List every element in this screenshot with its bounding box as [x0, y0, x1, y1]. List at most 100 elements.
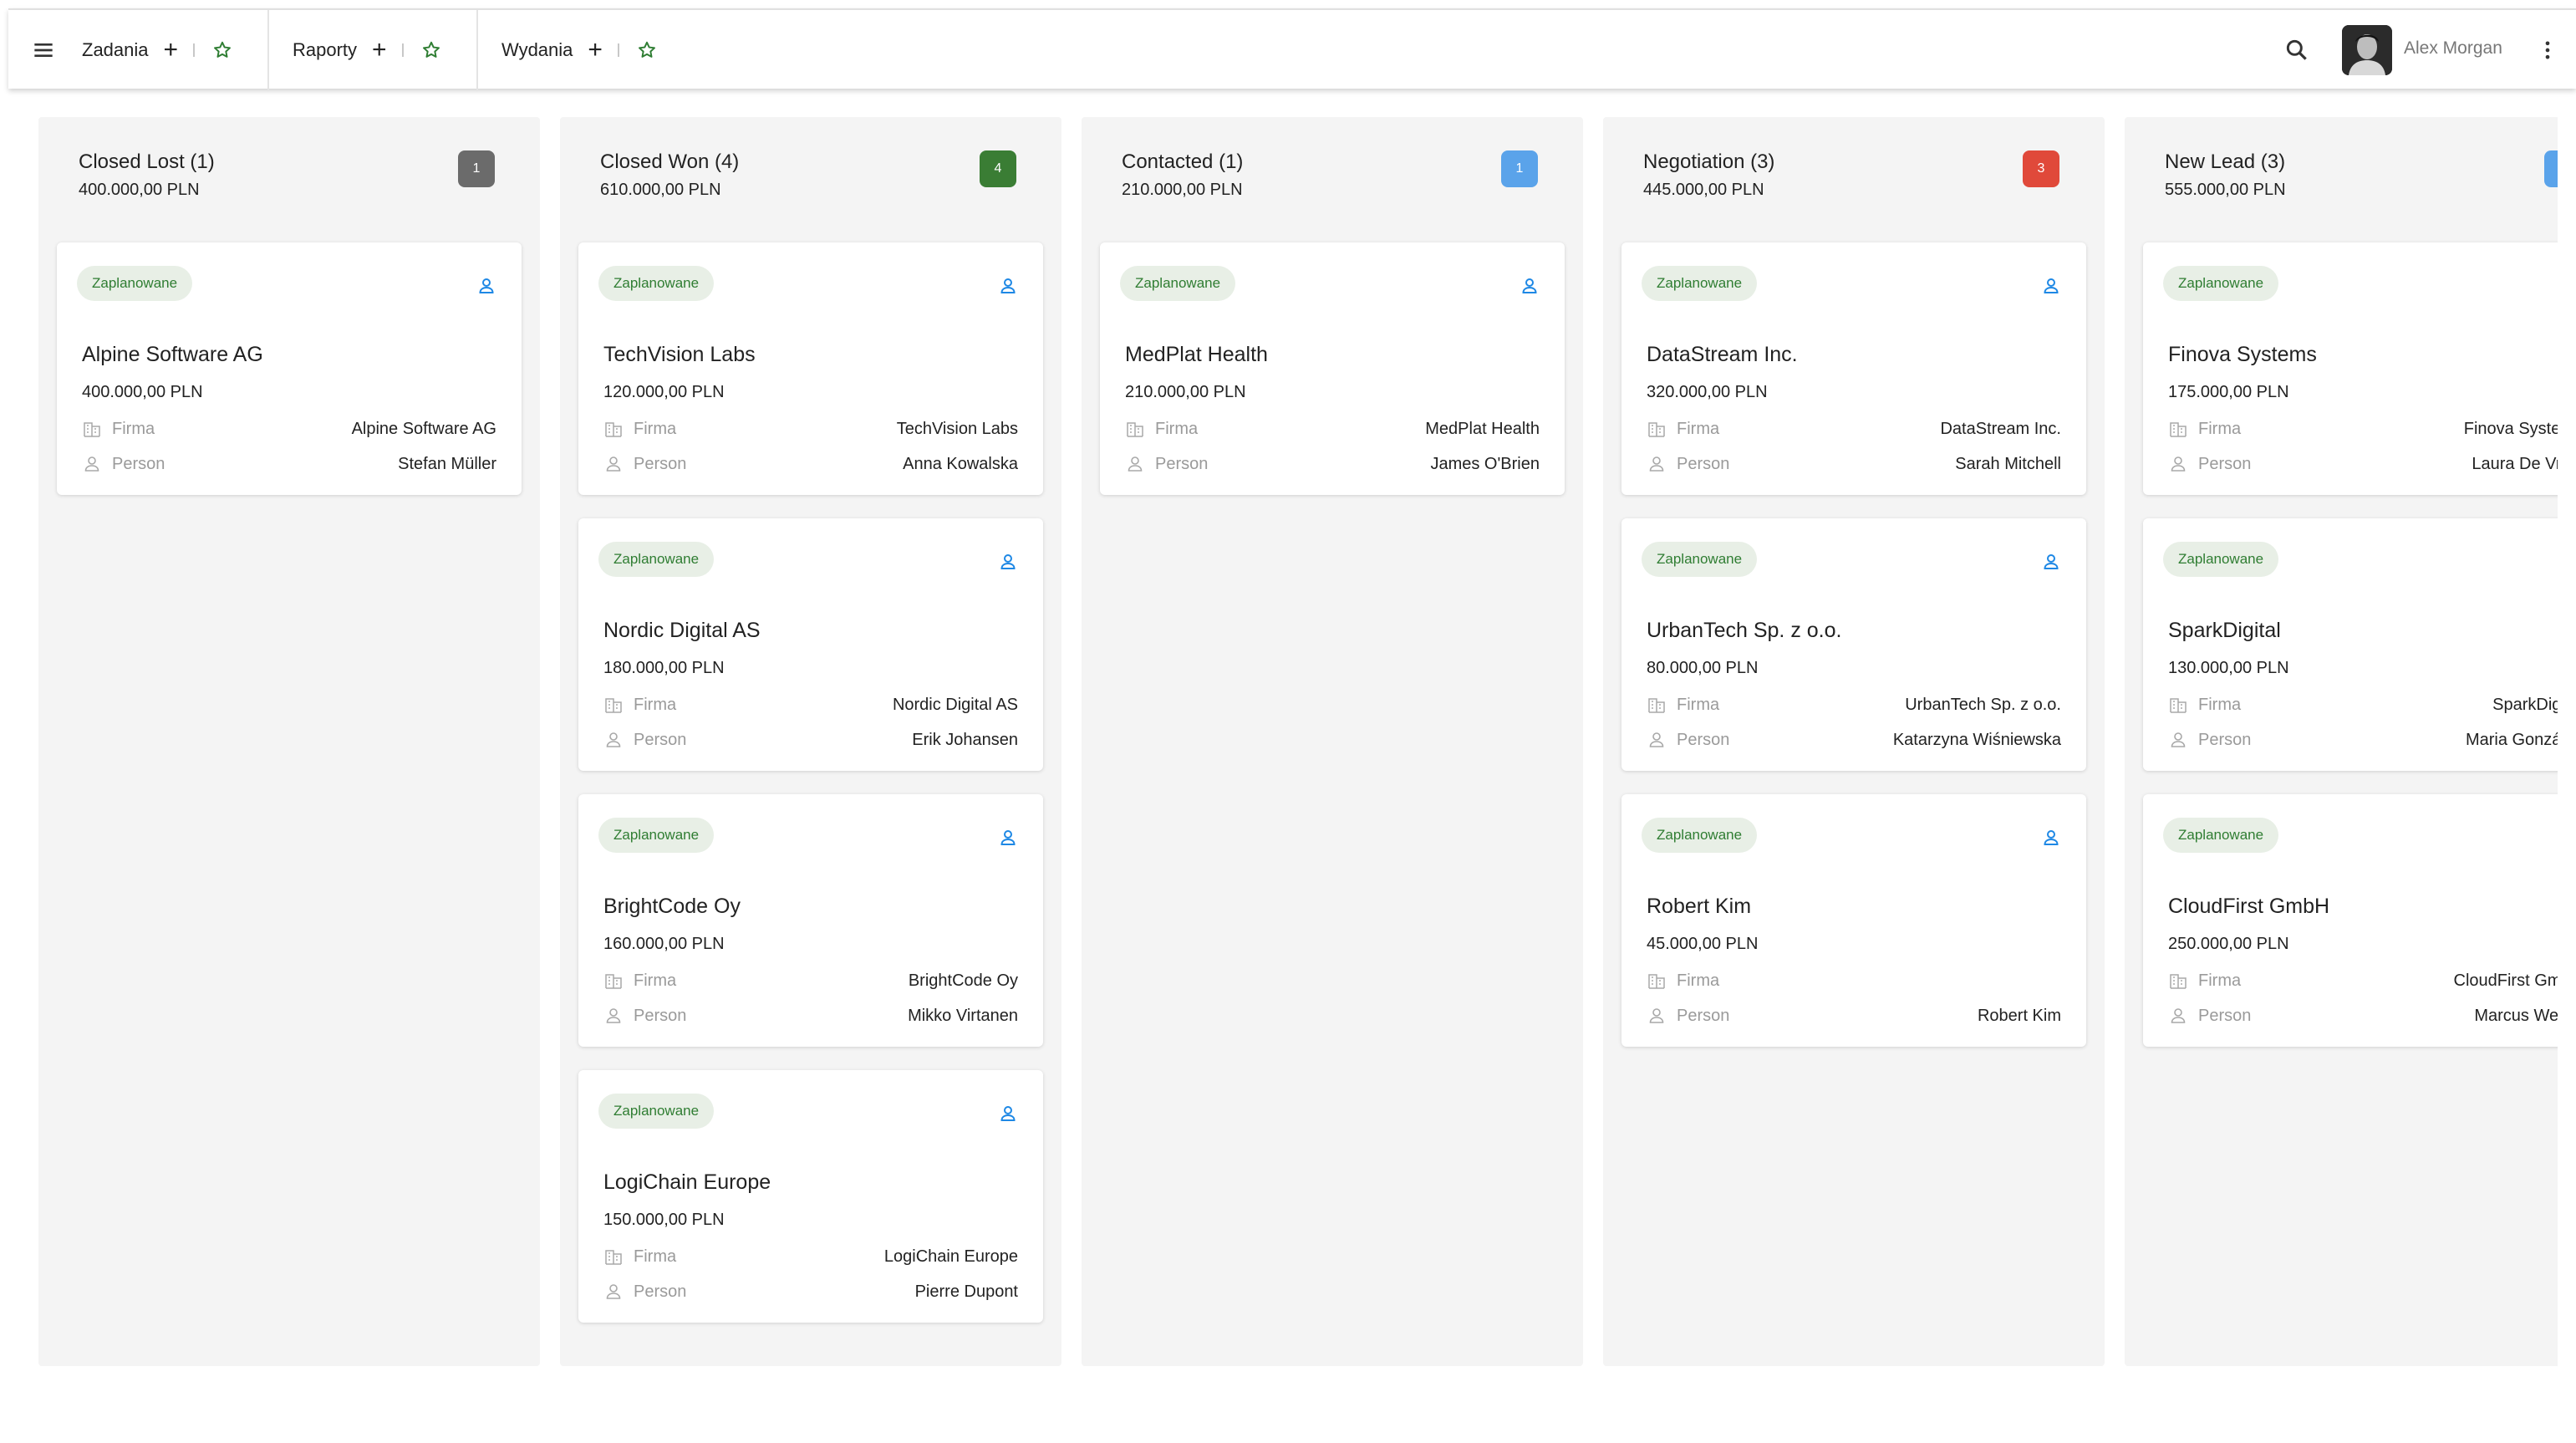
building-icon — [1125, 419, 1145, 439]
column-title: Closed Lost (1) — [79, 150, 215, 173]
person-label: Person — [1677, 454, 1730, 473]
person-row: Person Sarah Mitchell — [1647, 453, 2061, 475]
deal-title[interactable]: Nordic Digital AS — [603, 619, 761, 643]
deal-title[interactable]: LogiChain Europe — [603, 1170, 771, 1195]
column-header: Closed Won (4) 610.000,00 PLN — [600, 150, 739, 200]
tab-wydania[interactable]: Wydania — [501, 39, 573, 61]
star-icon[interactable] — [636, 39, 658, 61]
status-chip[interactable]: Zaplanowane — [2163, 266, 2279, 301]
assign-user-icon[interactable] — [998, 552, 1018, 572]
assign-user-icon[interactable] — [998, 828, 1018, 848]
deal-card[interactable]: Zaplanowane SparkDigital 130.000,00 PLN … — [2143, 518, 2558, 771]
company-label: Firma — [112, 419, 155, 438]
company-row: Firma MedPlat Health — [1125, 418, 1540, 440]
more-vert-icon[interactable] — [2536, 38, 2559, 62]
assign-user-icon[interactable] — [2041, 828, 2061, 848]
person-value: Robert Kim — [1977, 1006, 2061, 1025]
assign-user-icon[interactable] — [998, 1104, 1018, 1124]
deal-card[interactable]: Zaplanowane LogiChain Europe 150.000,00 … — [578, 1070, 1043, 1323]
tab-raporty[interactable]: Raporty — [293, 39, 357, 61]
person-icon — [1647, 454, 1667, 474]
status-chip[interactable]: Zaplanowane — [598, 1094, 715, 1129]
menu-icon[interactable] — [30, 37, 57, 64]
add-wydania-button[interactable]: + — [588, 38, 603, 63]
deal-title[interactable]: DataStream Inc. — [1647, 343, 1798, 367]
add-zadania-button[interactable]: + — [164, 38, 179, 63]
deal-title[interactable]: Robert Kim — [1647, 895, 1751, 919]
status-chip[interactable]: Zaplanowane — [1642, 266, 1758, 301]
person-value: Erik Johansen — [912, 730, 1018, 749]
star-icon[interactable] — [420, 39, 442, 61]
deal-amount: 120.000,00 PLN — [603, 383, 725, 401]
status-chip[interactable]: Zaplanowane — [1120, 266, 1236, 301]
status-chip[interactable]: Zaplanowane — [598, 818, 715, 853]
column-total: 610.000,00 PLN — [600, 181, 721, 199]
company-label: Firma — [2198, 695, 2242, 714]
status-chip[interactable]: Zaplanowane — [1642, 818, 1758, 853]
assign-user-icon[interactable] — [476, 276, 496, 296]
assign-user-icon[interactable] — [1520, 276, 1540, 296]
assign-user-icon[interactable] — [2041, 276, 2061, 296]
company-row: Firma Alpine Software AG — [82, 418, 496, 440]
status-chip[interactable]: Zaplanowane — [598, 266, 715, 301]
person-label: Person — [634, 454, 687, 473]
assign-user-icon[interactable] — [998, 276, 1018, 296]
deal-title[interactable]: TechVision Labs — [603, 343, 756, 367]
person-value: James O'Brien — [1430, 454, 1540, 473]
kanban-column: Contacted (1) 210.000,00 PLN 1 Zaplanowa… — [1082, 117, 1583, 1366]
person-value: Anna Kowalska — [903, 454, 1018, 473]
building-icon — [603, 1247, 624, 1267]
deal-title[interactable]: Alpine Software AG — [82, 343, 263, 367]
deal-card[interactable]: Zaplanowane Finova Systems 175.000,00 PL… — [2143, 242, 2558, 495]
tab-zadania[interactable]: Zadania — [82, 39, 149, 61]
person-row: Person Katarzyna Wiśniewska — [1647, 729, 2061, 751]
company-value: Finova Systems — [2463, 419, 2558, 438]
search-icon[interactable] — [2283, 37, 2310, 64]
deal-amount: 400.000,00 PLN — [82, 383, 203, 401]
deal-card[interactable]: Zaplanowane DataStream Inc. 320.000,00 P… — [1621, 242, 2086, 495]
company-value: DataStream Inc. — [1940, 419, 2061, 438]
column-count-badge: 4 — [980, 150, 1016, 187]
person-label: Person — [1155, 454, 1209, 473]
company-label: Firma — [2198, 971, 2242, 990]
star-icon[interactable] — [211, 39, 233, 61]
assign-user-icon[interactable] — [2041, 552, 2061, 572]
column-total: 445.000,00 PLN — [1643, 181, 1764, 199]
kanban-column: Closed Lost (1) 400.000,00 PLN 1 Zaplano… — [38, 117, 540, 1366]
deal-card[interactable]: Zaplanowane BrightCode Oy 160.000,00 PLN… — [578, 794, 1043, 1047]
deal-title[interactable]: CloudFirst GmbH — [2168, 895, 2329, 919]
deal-card[interactable]: Zaplanowane CloudFirst GmbH 250.000,00 P… — [2143, 794, 2558, 1047]
deal-card[interactable]: Zaplanowane Alpine Software AG 400.000,0… — [57, 242, 522, 495]
add-raporty-button[interactable]: + — [372, 38, 387, 63]
column-title: Closed Won (4) — [600, 150, 740, 173]
status-chip[interactable]: Zaplanowane — [77, 266, 193, 301]
company-value: BrightCode Oy — [908, 971, 1018, 990]
tab-separator — [401, 43, 404, 57]
deal-amount: 250.000,00 PLN — [2168, 935, 2289, 953]
person-icon — [1125, 454, 1145, 474]
building-icon — [2168, 695, 2188, 715]
status-chip[interactable]: Zaplanowane — [2163, 542, 2279, 577]
deal-title[interactable]: BrightCode Oy — [603, 895, 741, 919]
person-row: Person Erik Johansen — [603, 729, 1018, 751]
deal-title[interactable]: UrbanTech Sp. z o.o. — [1647, 619, 1841, 643]
status-chip[interactable]: Zaplanowane — [2163, 818, 2279, 853]
top-bar: Zadania + Raporty + Wydania + Alex Morga… — [8, 8, 2576, 90]
deal-title[interactable]: MedPlat Health — [1125, 343, 1268, 367]
deal-card[interactable]: Zaplanowane Nordic Digital AS 180.000,00… — [578, 518, 1043, 771]
deal-card[interactable]: Zaplanowane UrbanTech Sp. z o.o. 80.000,… — [1621, 518, 2086, 771]
status-chip[interactable]: Zaplanowane — [1642, 542, 1758, 577]
company-value: CloudFirst GmbH — [2453, 971, 2558, 990]
deal-title[interactable]: Finova Systems — [2168, 343, 2317, 367]
deal-card[interactable]: Zaplanowane TechVision Labs 120.000,00 P… — [578, 242, 1043, 495]
company-value: Alpine Software AG — [351, 419, 496, 438]
deal-card[interactable]: Zaplanowane Robert Kim 45.000,00 PLN Fir… — [1621, 794, 2086, 1047]
deal-card[interactable]: Zaplanowane MedPlat Health 210.000,00 PL… — [1100, 242, 1565, 495]
user-name[interactable]: Alex Morgan — [2404, 38, 2502, 59]
company-row: Firma Finova Systems — [2168, 418, 2558, 440]
deal-amount: 180.000,00 PLN — [603, 659, 725, 677]
avatar[interactable] — [2342, 25, 2392, 75]
deal-amount: 150.000,00 PLN — [603, 1211, 725, 1229]
deal-title[interactable]: SparkDigital — [2168, 619, 2281, 643]
status-chip[interactable]: Zaplanowane — [598, 542, 715, 577]
